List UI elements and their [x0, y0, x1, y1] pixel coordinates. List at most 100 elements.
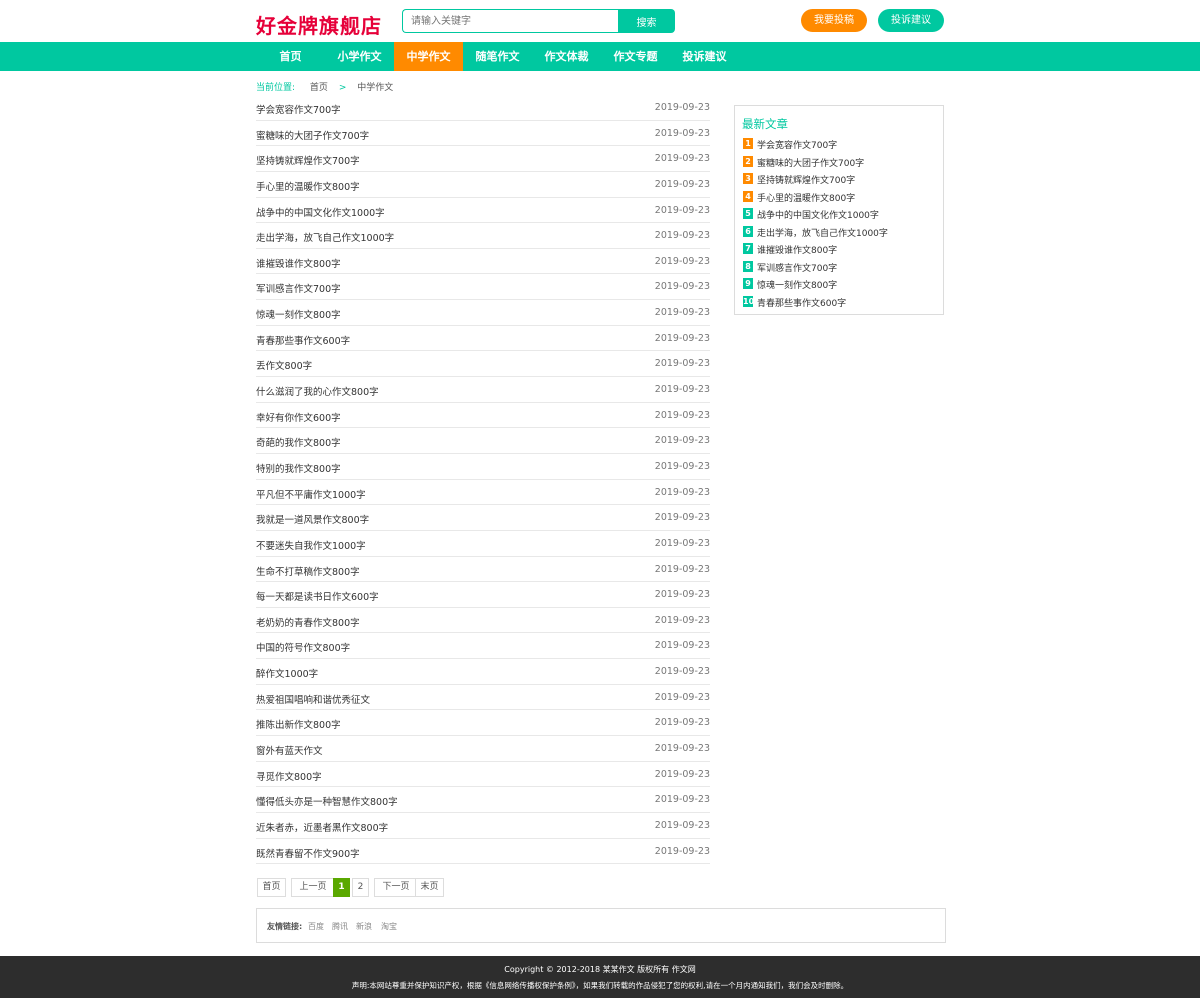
article-date: 2019-09-23 [654, 486, 710, 498]
article-title-link[interactable]: 醉作文1000字 [256, 666, 318, 680]
friend-link[interactable]: 百度 [308, 921, 324, 932]
nav-item-middle-essay[interactable]: 中学作文 [394, 42, 463, 71]
article-title-link[interactable]: 幸好有你作文600字 [256, 410, 341, 424]
friend-link[interactable]: 腾讯 [332, 921, 348, 932]
nav-item-casual-essay[interactable]: 随笔作文 [463, 42, 532, 71]
article-title-link[interactable]: 中国的符号作文800字 [256, 640, 350, 654]
article-row: 生命不打草稿作文800字 2019-09-23 [256, 557, 710, 583]
nav-item-home[interactable]: 首页 [256, 42, 325, 71]
article-date: 2019-09-23 [654, 230, 710, 242]
article-title-link[interactable]: 不要迷失自我作文1000字 [256, 538, 366, 552]
page-first-button[interactable]: 首页 [257, 878, 286, 897]
latest-article-link[interactable]: 走出学海，放飞自己作文1000字 [757, 226, 888, 239]
article-title-link[interactable]: 青春那些事作文600字 [256, 333, 350, 347]
article-title-link[interactable]: 热爱祖国唱响和谐优秀征文 [256, 692, 370, 706]
article-title-link[interactable]: 战争中的中国文化作文1000字 [256, 205, 385, 219]
nav-item-essay-topic[interactable]: 作文专题 [601, 42, 670, 71]
article-title-link[interactable]: 推陈出新作文800字 [256, 717, 341, 731]
main-nav: 首页 小学作文 中学作文 随笔作文 作文体裁 作文专题 投诉建议 [0, 42, 1200, 71]
article-title-link[interactable]: 特别的我作文800字 [256, 461, 341, 475]
article-date: 2019-09-23 [654, 332, 710, 344]
latest-article-link[interactable]: 手心里的温暖作文800字 [757, 191, 855, 204]
article-title-link[interactable]: 窗外有蓝天作文 [256, 743, 323, 757]
page-number[interactable]: 2 [352, 878, 369, 897]
page-prev-button[interactable]: 上一页 [291, 878, 335, 897]
latest-article-link[interactable]: 青春那些事作文600字 [757, 296, 846, 309]
breadcrumb: 当前位置: 首页 > 中学作文 [256, 80, 393, 93]
article-title-link[interactable]: 坚持铸就辉煌作文700字 [256, 153, 360, 167]
article-row: 我就是一道风景作文800字 2019-09-23 [256, 505, 710, 531]
breadcrumb-current: 中学作文 [357, 83, 394, 93]
friend-link[interactable]: 新浪 [356, 921, 372, 932]
article-title-link[interactable]: 近朱者赤，近墨者黑作文800字 [256, 820, 388, 834]
search-button[interactable]: 搜索 [618, 9, 675, 33]
site-logo[interactable]: 好金牌旗舰店 [256, 10, 382, 39]
page-last-button[interactable]: 末页 [415, 878, 444, 897]
article-title-link[interactable]: 每一天都是读书日作文600字 [256, 589, 379, 603]
nav-item-primary-essay[interactable]: 小学作文 [325, 42, 394, 71]
site-header: 好金牌旗舰店 搜索 我要投稿 投诉建议 [0, 0, 1200, 42]
friend-link[interactable]: 淘宝 [381, 921, 397, 932]
article-row: 每一天都是读书日作文600字 2019-09-23 [256, 582, 710, 608]
article-row: 手心里的温暖作文800字 2019-09-23 [256, 172, 710, 198]
article-date: 2019-09-23 [654, 589, 710, 601]
article-row: 青春那些事作文600字 2019-09-23 [256, 326, 710, 352]
rank-badge: 3 [743, 173, 753, 184]
article-title-link[interactable]: 老奶奶的青春作文800字 [256, 615, 360, 629]
latest-article-link[interactable]: 谁摧毁谁作文800字 [757, 243, 837, 256]
article-title-link[interactable]: 奇葩的我作文800字 [256, 435, 341, 449]
article-date: 2019-09-23 [654, 717, 710, 729]
latest-article-item: 9 惊魂一刻作文800字 [742, 276, 937, 294]
article-title-link[interactable]: 我就是一道风景作文800字 [256, 512, 369, 526]
rank-badge: 9 [743, 278, 753, 289]
article-title-link[interactable]: 既然青春留不作文900字 [256, 846, 360, 860]
latest-article-link[interactable]: 军训感言作文700字 [757, 261, 837, 274]
site-footer: Copyright © 2012-2018 某某作文 版权所有 作文网 声明:本… [0, 956, 1200, 998]
article-title-link[interactable]: 什么滋润了我的心作文800字 [256, 384, 379, 398]
article-row: 谁摧毁谁作文800字 2019-09-23 [256, 249, 710, 275]
page-next-button[interactable]: 下一页 [374, 878, 418, 897]
article-date: 2019-09-23 [654, 307, 710, 319]
article-title-link[interactable]: 谁摧毁谁作文800字 [256, 256, 341, 270]
latest-article-link[interactable]: 坚持铸就辉煌作文700字 [757, 173, 855, 186]
latest-article-link[interactable]: 战争中的中国文化作文1000字 [757, 208, 879, 221]
article-title-link[interactable]: 蜜糖味的大团子作文700字 [256, 128, 369, 142]
page-number-current[interactable]: 1 [333, 878, 350, 897]
search-input[interactable] [402, 9, 618, 33]
latest-article-link[interactable]: 学会宽容作文700字 [757, 138, 837, 151]
article-row: 特别的我作文800字 2019-09-23 [256, 454, 710, 480]
article-date: 2019-09-23 [654, 819, 710, 831]
article-row: 懂得低头亦是一种智慧作文800字 2019-09-23 [256, 787, 710, 813]
latest-articles-title: 最新文章 [742, 117, 788, 131]
article-row: 中国的符号作文800字 2019-09-23 [256, 633, 710, 660]
article-title-link[interactable]: 平凡但不平庸作文1000字 [256, 487, 366, 501]
article-title-link[interactable]: 寻觅作文800字 [256, 769, 322, 783]
article-row: 丢作文800字 2019-09-23 [256, 351, 710, 378]
article-row: 蜜糖味的大团子作文700字 2019-09-23 [256, 121, 710, 147]
article-title-link[interactable]: 懂得低头亦是一种智慧作文800字 [256, 794, 398, 808]
rank-badge: 7 [743, 243, 753, 254]
article-date: 2019-09-23 [654, 614, 710, 626]
article-title-link[interactable]: 学会宽容作文700字 [256, 102, 341, 116]
breadcrumb-home-link[interactable]: 首页 [310, 83, 328, 93]
article-title-link[interactable]: 丢作文800字 [256, 358, 312, 372]
article-title-link[interactable]: 手心里的温暖作文800字 [256, 179, 360, 193]
article-title-link[interactable]: 惊魂一刻作文800字 [256, 307, 341, 321]
submit-article-button[interactable]: 我要投稿 [801, 9, 867, 32]
nav-item-complaint[interactable]: 投诉建议 [670, 42, 739, 71]
latest-article-link[interactable]: 惊魂一刻作文800字 [757, 278, 837, 291]
article-title-link[interactable]: 生命不打草稿作文800字 [256, 564, 360, 578]
article-title-link[interactable]: 走出学海，放飞自己作文1000字 [256, 230, 394, 244]
nav-item-essay-genre[interactable]: 作文体裁 [532, 42, 601, 71]
latest-article-item: 4 手心里的温暖作文800字 [742, 189, 937, 207]
rank-badge: 5 [743, 208, 753, 219]
article-row: 走出学海，放飞自己作文1000字 2019-09-23 [256, 223, 710, 249]
latest-article-link[interactable]: 蜜糖味的大团子作文700字 [757, 156, 864, 169]
latest-article-item: 1 学会宽容作文700字 [742, 136, 937, 154]
article-date: 2019-09-23 [654, 691, 710, 703]
friend-links-label: 友情链接: [267, 922, 303, 931]
article-title-link[interactable]: 军训感言作文700字 [256, 281, 341, 295]
complaint-button[interactable]: 投诉建议 [878, 9, 944, 32]
rank-badge: 8 [743, 260, 753, 272]
article-date: 2019-09-23 [654, 409, 710, 421]
